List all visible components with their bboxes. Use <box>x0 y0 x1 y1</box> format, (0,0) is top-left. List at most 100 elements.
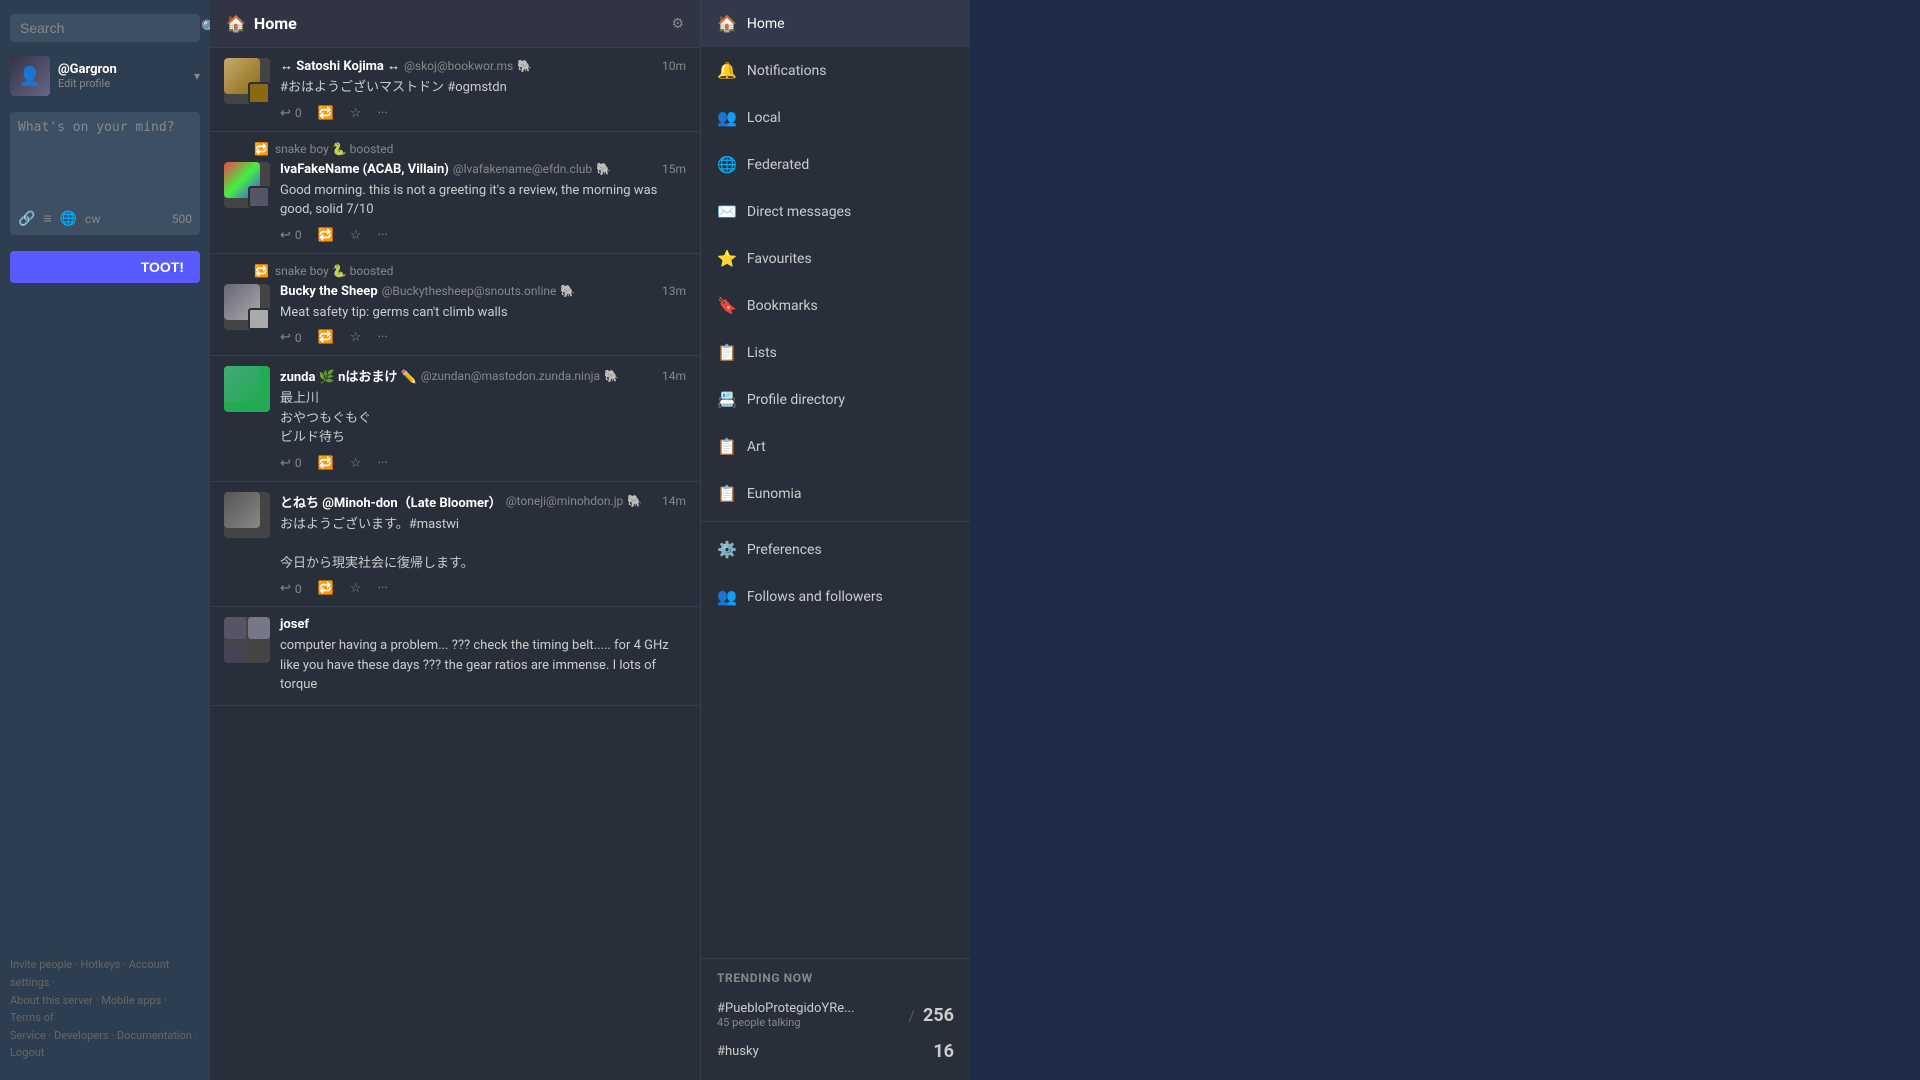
post-name: Bucky the Sheep <box>280 284 378 299</box>
post-header: IvaFakeName (ACAB, Villain) @lvafakename… <box>224 162 686 243</box>
nav-item-home[interactable]: 🏠 Home <box>701 0 970 47</box>
more-action[interactable]: ··· <box>378 228 388 243</box>
post-item: 🔁 snake boy 🐍 boosted Bucky the Sheep @B… <box>210 254 700 357</box>
attach-icon[interactable]: 🔗 <box>18 211 35 227</box>
boost-action[interactable]: 🔁 <box>318 456 334 471</box>
chevron-down-icon: ▾ <box>194 69 200 83</box>
post-header: Bucky the Sheep @Buckythesheep@snouts.on… <box>224 284 686 346</box>
account-edit-label: Edit profile <box>58 77 186 90</box>
nav-item-art[interactable]: 📋 Art <box>701 423 970 470</box>
boost-action[interactable]: 🔁 <box>318 581 334 596</box>
post-meta: Bucky the Sheep @Buckythesheep@snouts.on… <box>280 284 686 299</box>
post-avatar <box>224 284 270 330</box>
nav-item-eunomia[interactable]: 📋 Eunomia <box>701 470 970 517</box>
boost-line: 🔁 snake boy 🐍 boosted <box>224 264 686 278</box>
post-content: Bucky the Sheep @Buckythesheep@snouts.on… <box>280 284 686 346</box>
post-header: zunda 🌿 nはおまけ ✏️ @zundan@mastodon.zunda.… <box>224 366 686 471</box>
post-content: josef computer having a problem... ??? c… <box>280 617 686 695</box>
home-icon: 🏠 <box>717 14 737 33</box>
post-actions: ↩ 0 🔁 ☆ ··· <box>280 456 686 471</box>
fav-action[interactable]: ☆ <box>350 106 362 121</box>
char-count: 500 <box>172 212 192 226</box>
boost-action[interactable]: 🔁 <box>318 228 334 243</box>
more-action[interactable]: ··· <box>378 330 388 345</box>
post-handle: @skoj@bookwor.ms <box>404 59 513 73</box>
fav-action[interactable]: ☆ <box>350 581 362 596</box>
star-icon: ☆ <box>350 456 362 471</box>
post-handle: @toneji@minohdon.jp <box>506 494 624 508</box>
nav-item-notifications[interactable]: 🔔 Notifications <box>701 47 970 94</box>
search-box[interactable]: 🔍 <box>10 14 200 42</box>
nav-eunomia-label: Eunomia <box>747 486 802 502</box>
notifications-icon: 🔔 <box>717 61 737 80</box>
nav-item-preferences[interactable]: ⚙️ Preferences <box>701 526 970 573</box>
reply-action[interactable]: ↩ 0 <box>280 456 302 471</box>
nav-art-label: Art <box>747 439 766 455</box>
post-name: zunda 🌿 nはおまけ ✏️ <box>280 366 417 385</box>
post-avatar <box>224 366 270 412</box>
list-icon[interactable]: ≡ <box>43 210 51 227</box>
direct-messages-icon: ✉️ <box>717 202 737 221</box>
star-icon: ☆ <box>350 330 362 345</box>
trending-item[interactable]: #PuebloProtegidoYRe... 45 people talking… <box>717 995 954 1035</box>
post-name: とねち @Minoh-don（Late Bloomer） <box>280 492 502 511</box>
nav-item-favourites[interactable]: ⭐ Favourites <box>701 235 970 282</box>
local-icon: 👥 <box>717 108 737 127</box>
more-icon: ··· <box>378 581 388 596</box>
nav-federated-label: Federated <box>747 157 809 173</box>
search-input[interactable] <box>20 20 201 36</box>
globe-icon[interactable]: 🌐 <box>60 211 77 227</box>
post-avatar <box>224 492 270 538</box>
nav-item-lists[interactable]: 📋 Lists <box>701 329 970 376</box>
trending-item[interactable]: #husky 16 <box>717 1035 954 1068</box>
reply-action[interactable]: ↩ 0 <box>280 106 302 121</box>
nav-separator <box>701 521 970 522</box>
trending-section: TRENDING NOW #PuebloProtegidoYRe... 45 p… <box>701 958 970 1080</box>
mastodon-icon: 🐘 <box>560 284 575 298</box>
nav-item-bookmarks[interactable]: 🔖 Bookmarks <box>701 282 970 329</box>
reply-action[interactable]: ↩ 0 <box>280 228 302 243</box>
post-item: とねち @Minoh-don（Late Bloomer） @toneji@min… <box>210 482 700 608</box>
reply-action[interactable]: ↩ 0 <box>280 330 302 345</box>
extra-space <box>970 0 1920 1080</box>
avatar-image: 👤 <box>10 56 50 96</box>
nav-item-federated[interactable]: 🌐 Federated <box>701 141 970 188</box>
more-action[interactable]: ··· <box>378 456 388 471</box>
compose-textarea[interactable] <box>18 120 192 200</box>
nav-item-follows[interactable]: 👥 Follows and followers <box>701 573 970 620</box>
account-section[interactable]: 👤 @Gargron Edit profile ▾ <box>0 48 210 104</box>
post-handle: @Buckythesheep@snouts.online <box>382 284 557 298</box>
reply-action[interactable]: ↩ 0 <box>280 581 302 596</box>
nav-follows-label: Follows and followers <box>747 589 883 605</box>
post-meta: IvaFakeName (ACAB, Villain) @lvafakename… <box>280 162 686 177</box>
post-actions: ↩ 0 🔁 ☆ ··· <box>280 228 686 243</box>
booster-name: snake boy 🐍 boosted <box>275 264 393 278</box>
boost-action[interactable]: 🔁 <box>318 106 334 121</box>
more-action[interactable]: ··· <box>378 581 388 596</box>
post-time: 14m <box>662 494 686 508</box>
post-item: zunda 🌿 nはおまけ ✏️ @zundan@mastodon.zunda.… <box>210 356 700 482</box>
boost-action[interactable]: 🔁 <box>318 330 334 345</box>
reply-icon: ↩ <box>280 330 291 345</box>
post-text: #おはようございマストドン #ogmstdn <box>280 78 686 98</box>
boost-icon: 🔁 <box>318 106 334 121</box>
post-text: Meat safety tip: germs can't climb walls <box>280 303 686 323</box>
fav-action[interactable]: ☆ <box>350 330 362 345</box>
post-item: 🔁 snake boy 🐍 boosted IvaFakeName (ACAB,… <box>210 132 700 254</box>
fav-action[interactable]: ☆ <box>350 228 362 243</box>
post-avatar <box>224 162 270 208</box>
post-actions: ↩ 0 🔁 ☆ ··· <box>280 330 686 345</box>
more-icon: ··· <box>378 330 388 345</box>
post-avatar-small <box>248 186 270 208</box>
fav-action[interactable]: ☆ <box>350 456 362 471</box>
nav-item-direct-messages[interactable]: ✉️ Direct messages <box>701 188 970 235</box>
nav-item-profile-directory[interactable]: 📇 Profile directory <box>701 376 970 423</box>
feed-settings-icon[interactable]: ⚙ <box>671 16 684 32</box>
more-action[interactable]: ··· <box>378 106 388 121</box>
boost-icon: 🔁 <box>318 330 334 345</box>
post-avatar-small <box>248 82 270 104</box>
nav-item-local[interactable]: 👥 Local <box>701 94 970 141</box>
right-sidebar: 🏠 Home 🔔 Notifications 👥 Local 🌐 Federat… <box>700 0 970 1080</box>
cw-button[interactable]: cw <box>85 212 100 226</box>
toot-button[interactable]: TOOT! <box>10 251 200 283</box>
